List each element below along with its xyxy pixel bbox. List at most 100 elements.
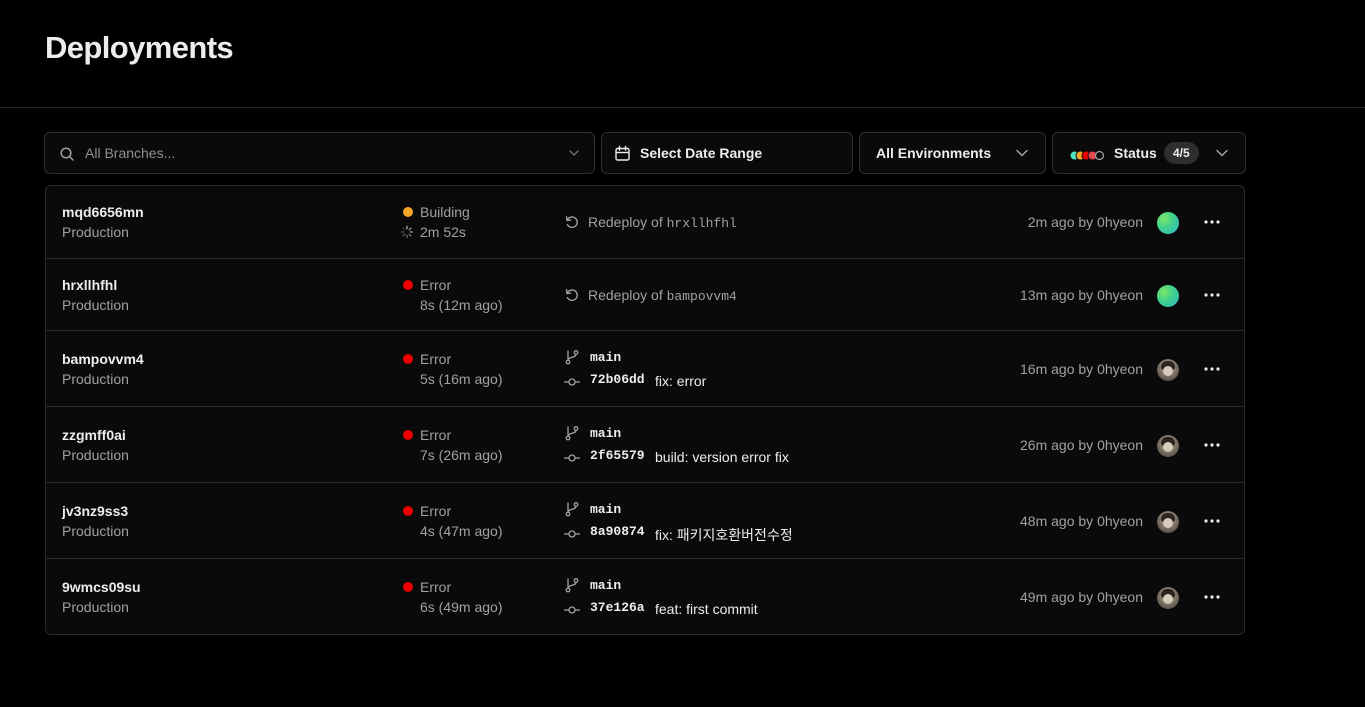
status-dots-icon [1069,148,1105,161]
status-label: Status [1114,145,1157,161]
deployment-id[interactable]: hrxllhfhl [62,277,117,293]
branch-name[interactable]: main [590,502,621,517]
deployment-id[interactable]: zzgmff0ai [62,427,126,443]
git-commit-icon [563,602,581,618]
status-dot-error [403,280,413,290]
search-icon [59,146,75,162]
deployment-environment: Production [62,297,129,313]
commit-message: feat: first commit [655,601,758,617]
status-dot-error [403,582,413,592]
deployment-id[interactable]: bampovvm4 [62,351,144,367]
deployment-id[interactable]: jv3nz9ss3 [62,503,128,519]
deployment-id[interactable]: 9wmcs09su [62,579,141,595]
deployment-environment: Production [62,447,129,463]
commit-hash[interactable]: 2f65579 [590,448,645,463]
avatar [1157,212,1179,234]
deployment-environment: Production [62,371,129,387]
deployment-duration: 2m 52s [420,224,466,240]
status-label: Building [420,204,470,220]
deployment-meta: 49m ago by 0hyeon [1020,589,1143,605]
more-options-button[interactable] [1200,212,1224,232]
redeploy-source-link[interactable]: bampovvm4 [667,289,737,304]
deployment-environment: Production [62,599,129,615]
redeploy-source-link[interactable]: hrxllhfhl [667,216,737,231]
deployment-meta: 2m ago by 0hyeon [1027,214,1143,230]
status-filter[interactable]: Status 4/5 [1052,132,1246,174]
date-range-label: Select Date Range [640,145,763,161]
page-title: Deployments [45,30,234,65]
commit-message: build: version error fix [655,449,789,465]
ellipsis-icon [1204,519,1220,523]
branch-search-input[interactable] [85,133,555,173]
deployments-list: mqd6656mn Production Building 2m 52s Red… [45,185,1245,635]
spinner-icon [400,225,414,242]
more-options-button[interactable] [1200,511,1224,531]
branch-name[interactable]: main [590,578,621,593]
deployment-meta: 16m ago by 0hyeon [1020,361,1143,377]
status-label: Error [420,351,452,367]
git-branch-icon [564,577,580,596]
chevron-down-icon [1015,147,1029,159]
more-options-button[interactable] [1200,587,1224,607]
avatar [1157,359,1179,381]
more-options-button[interactable] [1200,285,1224,305]
deployment-meta: 13m ago by 0hyeon [1020,287,1143,303]
commit-message: fix: error [655,373,707,389]
deployment-duration: 8s (12m ago) [420,297,503,313]
redeploy-info: Redeploy of hrxllhfhl [588,214,737,231]
status-label: Error [420,503,452,519]
deployment-duration: 4s (47m ago) [420,523,503,539]
git-branch-icon [564,349,580,368]
redeploy-prefix: Redeploy of [588,287,663,303]
branch-name[interactable]: main [590,350,621,365]
redeploy-prefix: Redeploy of [588,214,663,230]
deployment-row[interactable]: 9wmcs09su Production Error 6s (49m ago) … [46,558,1244,634]
branch-filter[interactable] [44,132,595,174]
deployment-row[interactable]: jv3nz9ss3 Production Error 4s (47m ago) … [46,482,1244,558]
ellipsis-icon [1204,220,1220,224]
avatar [1157,511,1179,533]
deployment-meta: 48m ago by 0hyeon [1020,513,1143,529]
environment-label: All Environments [876,145,992,161]
deployment-row[interactable]: zzgmff0ai Production Error 7s (26m ago) … [46,406,1244,482]
redeploy-icon [564,287,580,306]
deployment-environment: Production [62,523,129,539]
status-dot-error [403,430,413,440]
more-options-button[interactable] [1200,359,1224,379]
avatar [1157,285,1179,307]
deployment-row[interactable]: mqd6656mn Production Building 2m 52s Red… [46,186,1244,258]
commit-hash[interactable]: 8a90874 [590,524,645,539]
status-dot-error [403,506,413,516]
more-options-button[interactable] [1200,435,1224,455]
status-count-badge: 4/5 [1164,142,1199,164]
ellipsis-icon [1204,367,1220,371]
redeploy-icon [564,214,580,233]
status-dot-building [403,207,413,217]
commit-hash[interactable]: 37e126a [590,600,645,615]
status-label: Error [420,277,452,293]
deployment-id[interactable]: mqd6656mn [62,204,144,220]
calendar-icon [614,145,631,162]
avatar [1157,587,1179,609]
deployment-duration: 5s (16m ago) [420,371,503,387]
page-header: Deployments [0,0,1365,108]
git-branch-icon [564,425,580,444]
commit-message: fix: 패키지호환버전수정 [655,527,793,543]
git-branch-icon [564,501,580,520]
deployment-row[interactable]: hrxllhfhl Production Error 8s (12m ago) … [46,258,1244,330]
git-commit-icon [563,526,581,542]
deployment-row[interactable]: bampovvm4 Production Error 5s (16m ago) … [46,330,1244,406]
chevron-down-icon [1215,147,1229,159]
redeploy-info: Redeploy of bampovvm4 [588,287,737,304]
environment-select[interactable]: All Environments [859,132,1046,174]
avatar [1157,435,1179,457]
ellipsis-icon [1204,443,1220,447]
branch-name[interactable]: main [590,426,621,441]
date-range-button[interactable]: Select Date Range [601,132,853,174]
ellipsis-icon [1204,293,1220,297]
deployment-meta: 26m ago by 0hyeon [1020,437,1143,453]
deployment-duration: 7s (26m ago) [420,447,503,463]
status-label: Error [420,427,452,443]
commit-hash[interactable]: 72b06dd [590,372,645,387]
chevron-down-icon[interactable] [568,147,580,159]
